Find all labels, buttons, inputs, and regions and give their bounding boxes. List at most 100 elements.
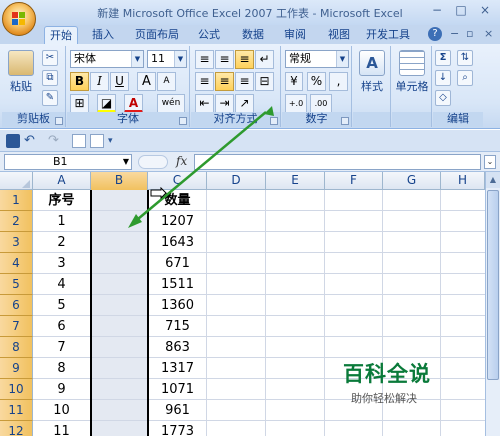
vertical-scrollbar[interactable]: ▲ [485,172,500,436]
decrease-indent-icon[interactable]: ⇤ [195,94,214,113]
row-header[interactable]: 2 [0,211,33,232]
cell-c3[interactable]: 1643 [149,232,206,253]
insert-function-button[interactable]: fx [176,154,187,168]
font-launcher-icon[interactable] [179,117,187,125]
cell-c5[interactable]: 1511 [149,274,206,295]
row-header[interactable]: 5 [0,274,33,295]
align-top-icon[interactable]: ≡ [195,50,214,69]
scroll-thumb[interactable] [487,190,499,380]
cell-a6[interactable]: 5 [33,295,90,316]
italic-button[interactable]: I [90,72,109,91]
clear-icon[interactable]: ◇ [435,90,451,106]
copy-icon[interactable]: ⧉ [42,70,58,86]
format-painter-icon[interactable]: ✎ [42,90,58,106]
tab-page-layout[interactable]: 页面布局 [128,26,186,44]
print-preview-icon[interactable] [72,134,86,148]
cell-c2[interactable]: 1207 [149,211,206,232]
undo-icon[interactable]: ↶ [24,134,38,148]
autosum-button[interactable]: Σ [435,50,451,66]
tab-developer[interactable]: 开发工具 [364,26,412,44]
cell-a5[interactable]: 4 [33,274,90,295]
cell-a3[interactable]: 2 [33,232,90,253]
column-header-h[interactable]: H [441,172,485,190]
column-header-f[interactable]: F [325,172,383,190]
row-header[interactable]: 11 [0,400,33,421]
shrink-font-button[interactable]: A [157,72,176,91]
clipboard-launcher-icon[interactable] [55,117,63,125]
styles-button[interactable]: A 样式 [357,50,387,94]
cell-a2[interactable]: 1 [33,211,90,232]
cells-button[interactable]: 单元格 [393,50,431,94]
row-header[interactable]: 3 [0,232,33,253]
column-header-d[interactable]: D [207,172,266,190]
close-button[interactable]: × [474,2,496,20]
scroll-up-icon[interactable]: ▲ [486,172,500,188]
currency-icon[interactable]: ¥ [285,72,303,91]
number-launcher-icon[interactable] [341,117,349,125]
fill-icon[interactable]: ↓ [435,70,451,86]
ribbon-minimize-icon[interactable]: − [450,27,459,40]
help-icon[interactable]: ? [428,27,442,41]
column-header-a[interactable]: A [33,172,91,190]
row-header[interactable]: 9 [0,358,33,379]
office-button[interactable] [2,2,36,36]
tab-formulas[interactable]: 公式 [192,26,226,44]
ribbon-close-icon[interactable]: × [484,27,493,40]
minimize-button[interactable]: − [426,2,448,20]
cell-a10[interactable]: 9 [33,379,90,400]
cell-a11[interactable]: 10 [33,400,90,421]
underline-button[interactable]: U [110,72,129,91]
font-color-button[interactable]: A [124,94,143,113]
find-select-icon[interactable]: ⌕ [457,70,473,86]
cell-a1[interactable]: 序号 [33,190,90,211]
cell-c6[interactable]: 1360 [149,295,206,316]
orientation-icon[interactable]: ↗ [235,94,254,113]
ribbon-restore-icon[interactable]: ▫ [466,27,473,40]
cell-c10[interactable]: 1071 [149,379,206,400]
tab-review[interactable]: 审阅 [278,26,312,44]
formula-input[interactable] [194,154,481,170]
cell-a8[interactable]: 7 [33,337,90,358]
sort-filter-icon[interactable]: ⇅ [457,50,473,66]
bold-button[interactable]: B [70,72,89,91]
borders-icon[interactable]: ⊞ [70,94,89,113]
cell-a4[interactable]: 3 [33,253,90,274]
formula-bar-splitter[interactable] [138,155,168,169]
redo-icon[interactable]: ↷ [48,134,62,148]
row-header[interactable]: 6 [0,295,33,316]
column-header-g[interactable]: G [383,172,441,190]
cell-c8[interactable]: 863 [149,337,206,358]
align-bottom-icon[interactable]: ≡ [235,50,254,69]
cut-icon[interactable]: ✂ [42,50,58,66]
customize-qat-icon[interactable]: ▾ [108,134,122,148]
select-all-button[interactable] [0,172,33,190]
save-icon[interactable] [6,134,20,148]
tab-view[interactable]: 视图 [322,26,356,44]
paste-button[interactable]: 粘贴 [6,50,36,94]
font-size-select[interactable]: 11 ▼ [147,50,187,68]
tab-data[interactable]: 数据 [236,26,270,44]
align-left-icon[interactable]: ≡ [195,72,214,91]
decrease-decimal-icon[interactable]: .00 [310,94,332,113]
cell-a7[interactable]: 6 [33,316,90,337]
new-document-icon[interactable] [90,134,104,148]
cell-c9[interactable]: 1317 [149,358,206,379]
row-header[interactable]: 10 [0,379,33,400]
wrap-text-icon[interactable]: ↵ [255,50,274,69]
cell-c11[interactable]: 961 [149,400,206,421]
tab-insert[interactable]: 插入 [86,26,120,44]
name-box[interactable]: B1 ▼ [4,154,132,170]
cell-c4[interactable]: 671 [149,253,206,274]
expand-formula-icon[interactable]: ⌄ [484,155,496,169]
align-right-icon[interactable]: ≡ [235,72,254,91]
comma-button[interactable]: , [329,72,348,91]
row-header[interactable]: 12 [0,421,33,436]
cell-a9[interactable]: 8 [33,358,90,379]
cell-c12[interactable]: 1773 [149,421,206,436]
merge-center-icon[interactable]: ⊟ [255,72,274,91]
cell-c7[interactable]: 715 [149,316,206,337]
row-header[interactable]: 8 [0,337,33,358]
increase-indent-icon[interactable]: ⇥ [215,94,234,113]
column-header-b[interactable]: B [91,172,148,190]
font-name-select[interactable]: 宋体 ▼ [70,50,144,68]
